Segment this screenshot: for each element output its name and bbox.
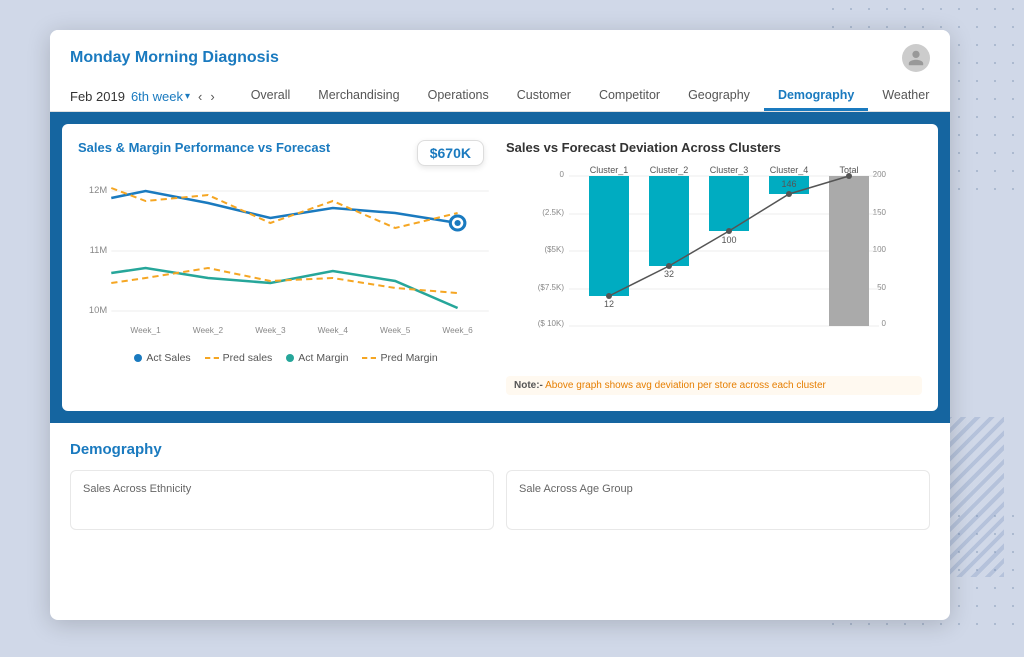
tab-competitor[interactable]: Competitor <box>585 82 674 111</box>
tab-weather[interactable]: Weather <box>868 82 943 111</box>
nav-tabs: Overall Merchandising Operations Custome… <box>237 82 944 111</box>
left-chart-svg: 12M 11M 10M Week_1 Week_2 Week_3 Week_4 … <box>78 163 494 343</box>
svg-text:100: 100 <box>873 245 887 254</box>
note-area: Note:- Above graph shows avg deviation p… <box>506 376 922 395</box>
svg-text:Cluster_2: Cluster_2 <box>650 165 689 175</box>
avatar[interactable] <box>902 44 930 72</box>
tab-customer[interactable]: Customer <box>503 82 585 111</box>
card-subtitle-age: Sale Across Age Group <box>519 483 917 495</box>
svg-text:Cluster_3: Cluster_3 <box>710 165 749 175</box>
date-label: Feb 2019 <box>70 89 125 104</box>
svg-text:50: 50 <box>877 283 886 292</box>
svg-text:Week_4: Week_4 <box>318 326 349 335</box>
svg-text:11M: 11M <box>90 245 108 255</box>
svg-text:Week_6: Week_6 <box>442 326 473 335</box>
svg-text:0: 0 <box>560 170 565 179</box>
nav-arrows: ‹ › <box>196 89 217 104</box>
svg-text:Week_3: Week_3 <box>255 326 286 335</box>
right-chart-title: Sales vs Forecast Deviation Across Clust… <box>506 140 922 155</box>
prev-arrow[interactable]: ‹ <box>196 89 204 104</box>
date-filter: Feb 2019 6th week ▾ ‹ › <box>70 89 217 104</box>
svg-text:32: 32 <box>664 269 674 279</box>
svg-text:($5K): ($5K) <box>544 245 564 254</box>
legend-dash-pred-margin <box>362 357 376 359</box>
demography-card-age: Sale Across Age Group <box>506 470 930 530</box>
svg-text:Week_5: Week_5 <box>380 326 411 335</box>
svg-text:12: 12 <box>604 299 614 309</box>
demography-card-ethnicity: Sales Across Ethnicity <box>70 470 494 530</box>
svg-text:Cluster_4: Cluster_4 <box>770 165 809 175</box>
bar-total <box>829 176 869 326</box>
app-title: Monday Morning Diagnosis <box>70 49 279 67</box>
tab-demography[interactable]: Demography <box>764 82 868 111</box>
nav-bar: Feb 2019 6th week ▾ ‹ › Overall Merchand… <box>70 82 930 111</box>
demography-cards: Sales Across Ethnicity Sale Across Age G… <box>70 470 930 530</box>
svg-text:Week_2: Week_2 <box>193 326 224 335</box>
svg-text:Week_1: Week_1 <box>130 326 161 335</box>
legend-dash-pred-sales <box>205 357 219 359</box>
header-top: Monday Morning Diagnosis <box>70 44 930 72</box>
legend-dot-act-margin <box>286 354 294 362</box>
svg-text:10M: 10M <box>89 305 107 315</box>
chart-legend: Act Sales Pred sales Act Margin Pred Mar… <box>78 352 494 364</box>
price-badge: $670K <box>417 140 484 166</box>
svg-text:100: 100 <box>721 235 736 245</box>
note-content: Above graph shows avg deviation per stor… <box>545 380 826 391</box>
charts-row: Sales & Margin Performance vs Forecast $… <box>62 124 938 411</box>
svg-text:Cluster_1: Cluster_1 <box>590 165 629 175</box>
tab-merchandising[interactable]: Merchandising <box>304 82 413 111</box>
tab-geography[interactable]: Geography <box>674 82 764 111</box>
bar-cluster1 <box>589 176 629 296</box>
right-chart-svg: 200 150 100 50 0 0 (2.5K) ($5K) ($7.5K) … <box>506 163 922 363</box>
bar-cluster2 <box>649 176 689 266</box>
left-chart: Sales & Margin Performance vs Forecast $… <box>78 140 494 395</box>
next-arrow[interactable]: › <box>208 89 216 104</box>
legend-pred-margin: Pred Margin <box>362 352 437 364</box>
legend-dot-act-sales <box>134 354 142 362</box>
content-area: Sales & Margin Performance vs Forecast $… <box>50 112 950 423</box>
header: Monday Morning Diagnosis Feb 2019 6th we… <box>50 30 950 112</box>
tab-operations[interactable]: Operations <box>414 82 503 111</box>
main-window: Monday Morning Diagnosis Feb 2019 6th we… <box>50 30 950 620</box>
svg-text:($7.5K): ($7.5K) <box>538 283 565 292</box>
svg-text:150: 150 <box>873 208 887 217</box>
card-subtitle-ethnicity: Sales Across Ethnicity <box>83 483 481 495</box>
tab-overall[interactable]: Overall <box>237 82 305 111</box>
svg-text:12M: 12M <box>89 185 107 195</box>
week-badge[interactable]: 6th week ▾ <box>131 89 190 104</box>
legend-act-sales: Act Sales <box>134 352 190 364</box>
svg-text:146: 146 <box>781 179 796 189</box>
chevron-down-icon: ▾ <box>185 91 190 102</box>
legend-pred-sales: Pred sales <box>205 352 273 364</box>
demography-title: Demography <box>70 441 930 458</box>
svg-text:0: 0 <box>882 319 887 328</box>
right-chart: Sales vs Forecast Deviation Across Clust… <box>506 140 922 395</box>
svg-text:200: 200 <box>873 170 887 179</box>
demography-section: Demography Sales Across Ethnicity Sale A… <box>50 425 950 546</box>
note-label: Note:- <box>514 380 543 391</box>
svg-text:($ 10K): ($ 10K) <box>538 319 565 328</box>
legend-act-margin: Act Margin <box>286 352 348 364</box>
svg-text:(2.5K): (2.5K) <box>542 208 564 217</box>
